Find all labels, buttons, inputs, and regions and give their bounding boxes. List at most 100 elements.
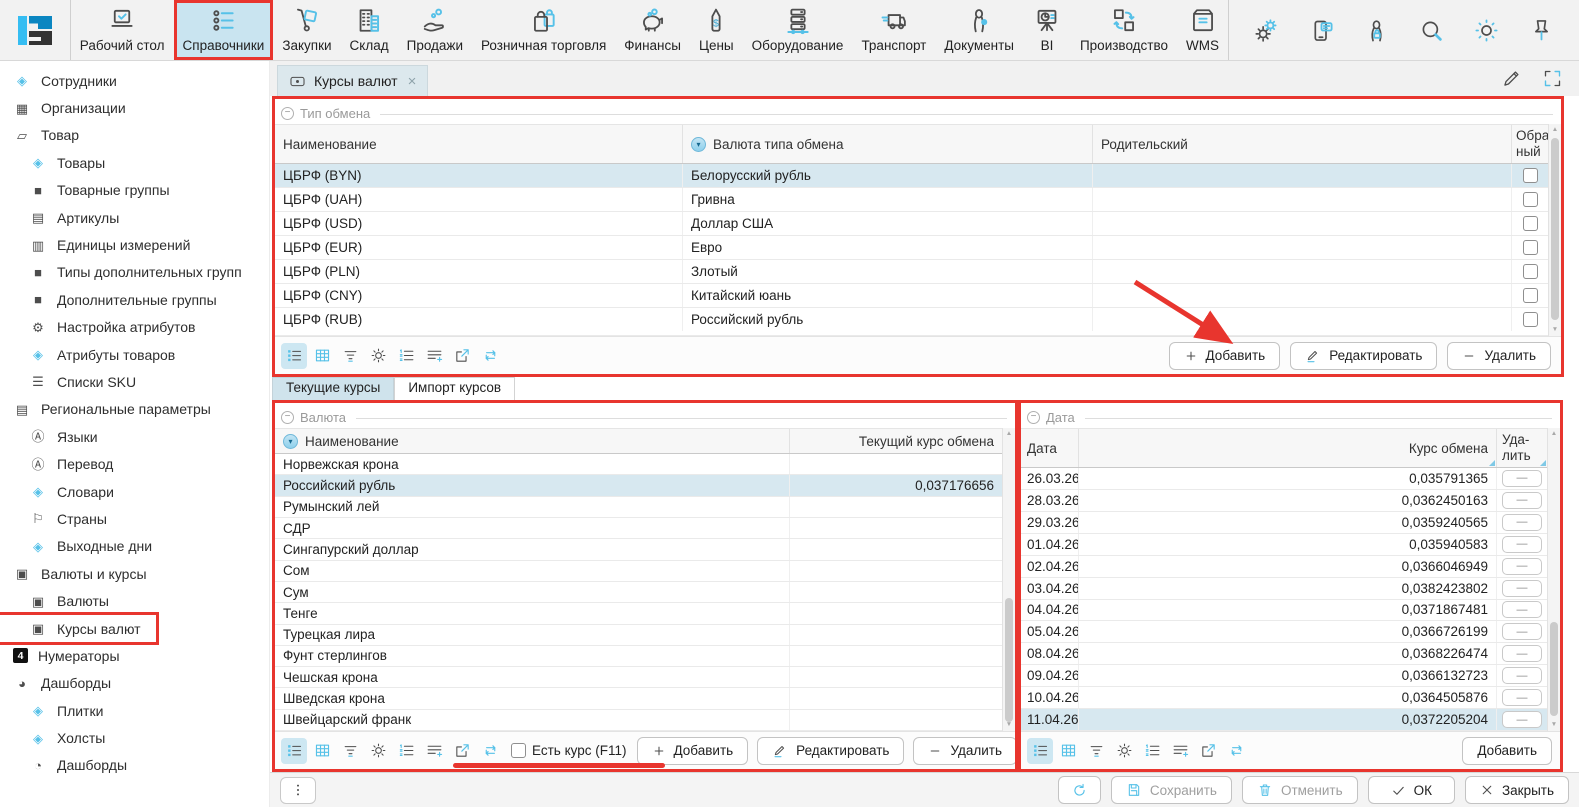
- sync-icon[interactable]: [477, 343, 503, 369]
- add-button[interactable]: Добавить: [637, 737, 749, 765]
- sync-icon[interactable]: [1223, 738, 1249, 764]
- grid-view-icon[interactable]: [1055, 738, 1081, 764]
- column-header-name[interactable]: Наименование: [275, 125, 683, 163]
- reverse-checkbox[interactable]: [1523, 216, 1538, 231]
- theme-sun-icon[interactable]: [1473, 17, 1500, 44]
- sidebar-item[interactable]: 4 Нумераторы: [0, 642, 269, 669]
- table-row[interactable]: СДР: [275, 518, 1002, 539]
- sidebar-item[interactable]: ▤ Артикулы: [0, 204, 269, 231]
- sidebar-item[interactable]: Ⓐ Перевод: [0, 450, 269, 477]
- sidebar-item[interactable]: ◈ Атрибуты товаров: [0, 341, 269, 368]
- cancel-button[interactable]: Отменить: [1242, 776, 1358, 804]
- column-header-name[interactable]: ▾ Наименование: [275, 429, 790, 453]
- nav-bi[interactable]: BI: [1023, 0, 1071, 60]
- numbered-list-icon[interactable]: [393, 343, 419, 369]
- table-row[interactable]: Сингапурский доллар: [275, 539, 1002, 560]
- column-header-parent[interactable]: Родительский: [1093, 125, 1512, 163]
- column-header-current-rate[interactable]: Текущий курс обмена: [790, 429, 1002, 453]
- scroll-down-icon[interactable]: ▼: [1549, 325, 1561, 335]
- table-row[interactable]: Тенге: [275, 603, 1002, 624]
- edit-form-pencil-icon[interactable]: [1501, 68, 1522, 89]
- settings-gears-icon[interactable]: [1253, 17, 1280, 44]
- row-delete-button[interactable]: —: [1502, 580, 1542, 597]
- table-row[interactable]: ЦБРФ (BYN) Белорусский рубль: [275, 164, 1548, 188]
- table-row[interactable]: ЦБРФ (CNY) Китайский юань: [275, 284, 1548, 308]
- column-header-date[interactable]: Дата: [1021, 429, 1079, 467]
- delete-button[interactable]: Удалить: [1447, 342, 1551, 370]
- tab-currency-rates[interactable]: Курсы валют ×: [277, 65, 428, 96]
- sidebar-item[interactable]: ⚙ Настройка атрибутов: [0, 314, 269, 341]
- row-delete-button[interactable]: —: [1502, 711, 1542, 728]
- edit-button[interactable]: Редактировать: [757, 737, 904, 765]
- row-delete-button[interactable]: —: [1502, 645, 1542, 662]
- row-delete-button[interactable]: —: [1502, 623, 1542, 640]
- table-row[interactable]: 26.03.26 0,035791365 —: [1021, 468, 1547, 490]
- row-delete-button[interactable]: —: [1502, 601, 1542, 618]
- table-row[interactable]: 08.04.26 0,0368226474 —: [1021, 643, 1547, 665]
- nav-warehouse[interactable]: Склад: [341, 0, 398, 60]
- app-logo[interactable]: [0, 0, 71, 60]
- save-button[interactable]: Сохранить: [1111, 776, 1232, 804]
- table-row[interactable]: 03.04.26 0,0382423802 —: [1021, 578, 1547, 600]
- scroll-down-icon[interactable]: ▼: [1003, 720, 1015, 730]
- collapse-icon[interactable]: −: [1027, 411, 1040, 424]
- table-row[interactable]: ЦБРФ (PLN) Злотый: [275, 260, 1548, 284]
- numbered-list-icon[interactable]: [393, 738, 419, 764]
- sidebar-item[interactable]: ▥ Единицы измерений: [0, 231, 269, 258]
- row-delete-button[interactable]: —: [1502, 689, 1542, 706]
- scroll-down-icon[interactable]: ▼: [1548, 720, 1560, 730]
- table-row[interactable]: Швейцарский франк: [275, 710, 1002, 731]
- sidebar-item[interactable]: Ⓐ Языки: [0, 423, 269, 450]
- sync-icon[interactable]: [477, 738, 503, 764]
- ok-button[interactable]: ОК: [1368, 776, 1455, 804]
- delete-button[interactable]: Удалить: [913, 737, 1017, 765]
- row-delete-button[interactable]: —: [1502, 667, 1542, 684]
- reverse-checkbox[interactable]: [1523, 192, 1538, 207]
- pin-icon[interactable]: [1528, 17, 1555, 44]
- table-row[interactable]: 28.03.26 0,0362450163 —: [1021, 490, 1547, 512]
- user-lock-icon[interactable]: [1363, 17, 1390, 44]
- table-row[interactable]: Турецкая лира: [275, 625, 1002, 646]
- sidebar-item[interactable]: ▣ Валюты: [0, 587, 269, 614]
- scrollbar-thumb[interactable]: [1551, 138, 1559, 320]
- sidebar-item[interactable]: ▣ Курсы валют: [0, 615, 156, 642]
- settings-gear-icon[interactable]: [365, 343, 391, 369]
- vertical-scrollbar[interactable]: ▲ ▼: [1547, 428, 1560, 731]
- rows-view-icon[interactable]: [281, 738, 307, 764]
- filter-icon[interactable]: [337, 738, 363, 764]
- sidebar-item[interactable]: ■ Товарные группы: [0, 177, 269, 204]
- table-row[interactable]: 01.04.26 0,035940583 —: [1021, 534, 1547, 556]
- tab-current-rates[interactable]: Текущие курсы: [272, 377, 394, 400]
- row-delete-button[interactable]: —: [1502, 514, 1542, 531]
- scroll-up-icon[interactable]: ▲: [1548, 429, 1560, 439]
- table-row[interactable]: Румынский лей: [275, 497, 1002, 518]
- nav-purchases[interactable]: Закупки: [273, 0, 340, 60]
- more-actions-button[interactable]: [280, 777, 316, 804]
- settings-gear-icon[interactable]: [1111, 738, 1137, 764]
- rows-view-icon[interactable]: [1027, 738, 1053, 764]
- row-delete-button[interactable]: —: [1502, 558, 1542, 575]
- add-button[interactable]: Добавить: [1169, 342, 1281, 370]
- scroll-up-icon[interactable]: ▲: [1549, 125, 1561, 135]
- filter-icon[interactable]: [1083, 738, 1109, 764]
- nav-transport[interactable]: Транспорт: [852, 0, 935, 60]
- sort-icon[interactable]: ▾: [283, 434, 298, 449]
- sidebar-item[interactable]: ▤ Региональные параметры: [0, 396, 269, 423]
- nav-finance[interactable]: Финансы: [615, 0, 690, 60]
- export-icon[interactable]: [449, 738, 475, 764]
- table-row[interactable]: Сум: [275, 582, 1002, 603]
- table-row[interactable]: ЦБРФ (RUB) Российский рубль: [275, 308, 1548, 331]
- vertical-scrollbar[interactable]: ▲ ▼: [1548, 124, 1561, 336]
- row-delete-button[interactable]: —: [1502, 536, 1542, 553]
- nav-equipment[interactable]: Оборудование: [743, 0, 853, 60]
- sidebar-item[interactable]: ■ Типы дополнительных групп: [0, 259, 269, 286]
- sidebar-item[interactable]: ◈ Товары: [0, 149, 269, 176]
- filter-icon[interactable]: [337, 343, 363, 369]
- sidebar-item[interactable]: ▦ Организации: [0, 94, 269, 121]
- grid-view-icon[interactable]: [309, 738, 335, 764]
- table-row[interactable]: 09.04.26 0,0366132723 —: [1021, 665, 1547, 687]
- sidebar-item[interactable]: ◈ Холсты: [0, 724, 269, 751]
- reverse-checkbox[interactable]: [1523, 240, 1538, 255]
- table-row[interactable]: ЦБРФ (USD) Доллар США: [275, 212, 1548, 236]
- sidebar-item[interactable]: ◈ Плитки: [0, 697, 269, 724]
